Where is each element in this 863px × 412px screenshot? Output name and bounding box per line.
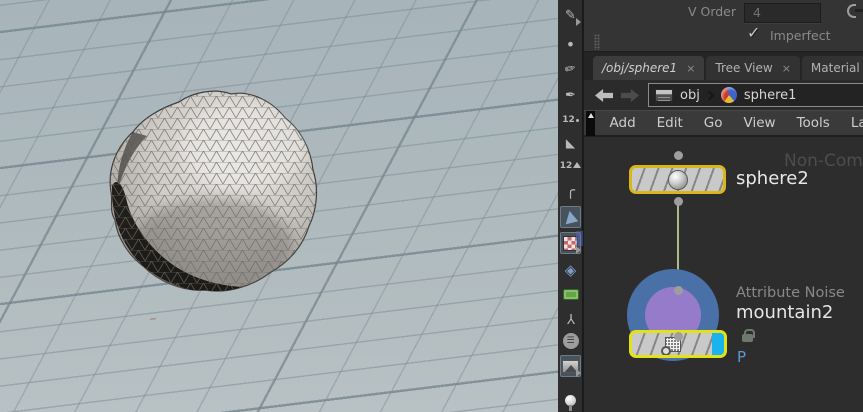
sphere2-name-label: sphere2 [736,168,809,189]
tab-label: /obj/sphere1 [602,61,678,75]
brush-tool-button[interactable]: ✏ [558,57,583,81]
imperfect-label: Imperfect [770,28,831,43]
mountain2-name-label: mountain2 [736,302,834,323]
parameter-pane: V Order 4 ✓ Imperfect [584,0,863,52]
shaded-mode-button[interactable] [558,205,583,229]
menu-go[interactable]: Go [693,115,733,131]
lock-icon [742,329,755,342]
obj-context-icon [655,88,673,102]
menu-circle-icon: ☰ [562,333,579,349]
v-order-slider-groove [855,9,863,12]
network-editor[interactable]: Non-Commercial sphere2 Attribute Noise m… [584,137,863,412]
menu-tools[interactable]: Tools [786,115,840,131]
snapshot-button[interactable] [558,354,583,378]
uv-band-icon [562,288,579,300]
brush-icon: ✏ [563,60,578,78]
vector-display-button[interactable]: Y [558,305,583,329]
node-sphere2[interactable] [629,165,726,194]
viewport-toolbar: ✎ • ✏ ✒ 12 ◣ 12 ╭ ◈ Y ☰ [558,0,583,412]
tab-label: Material Palette [810,61,863,75]
primitive-numbers-icon: 12 [560,161,582,171]
point-tool-button[interactable]: • [558,33,583,57]
curve-handle-button[interactable]: ╭ [558,178,583,202]
output-badge: P [737,348,747,366]
tab-label: Tree View [715,61,773,75]
pen-icon: ✒ [565,87,576,103]
light-pin-button[interactable] [558,388,583,412]
shaded-mode-box [560,206,581,228]
back-arrow-button[interactable] [595,89,613,102]
forward-arrow-button[interactable] [621,89,639,102]
menu-scroll-strip[interactable] [586,111,595,136]
diamond-icon: ◈ [564,260,577,279]
chevron-separator-icon [704,90,715,100]
display-flag[interactable] [712,333,724,355]
tab-close-icon[interactable]: × [782,62,791,75]
path-bar: obj sphere1 [584,80,863,110]
submenu-arrow-icon [576,18,581,26]
network-pane: V Order 4 ✓ Imperfect /obj/sphere1 × Tre… [583,0,863,412]
fan-icon: Y [566,309,575,325]
mountain2-input-connector[interactable] [674,286,683,295]
breadcrumb-node[interactable]: sphere1 [744,88,797,103]
v-order-field[interactable]: 4 [744,3,821,23]
mountain2-output-connector[interactable] [674,332,683,341]
houdini-window: ~ ✎ • ✏ ✒ 12 ◣ 12 ╭ ◈ Y ☰ V Order 4 ✓ Im… [0,0,863,412]
v-order-label: V Order [687,4,736,19]
scene-viewport[interactable]: ~ [0,0,558,412]
submenu-arrow-icon [576,369,581,377]
sphere2-output-connector[interactable] [674,197,683,206]
tab-material-palette[interactable]: Material Palette × [801,56,863,80]
tab-close-icon[interactable]: × [686,62,695,75]
paint-icon: ✎ [565,7,576,23]
sphere2-input-connector[interactable] [674,151,683,160]
tab-tree-view[interactable]: Tree View × [706,56,800,80]
primitive-normals-button[interactable]: ◣ [558,131,583,155]
pen-tool-button[interactable]: ✒ [558,83,583,107]
menu-add[interactable]: Add [599,115,646,131]
pane-splitter-grip[interactable] [594,34,600,50]
network-menubar: Add Edit Go View Tools Layout Labels [584,110,863,137]
imperfect-checkbox[interactable]: ✓ [747,23,760,42]
pane-tab-bar: /obj/sphere1 × Tree View × Material Pale… [584,52,863,80]
curve-icon: ╭ [565,180,576,199]
breadcrumb: obj sphere1 [648,83,863,107]
breadcrumb-context[interactable]: obj [680,88,700,103]
tab-obj-sphere1[interactable]: /obj/sphere1 × [593,56,705,80]
rock-geometry [109,90,318,292]
cone-icon [562,209,579,225]
primitive-numbers-button[interactable]: 12 [558,154,583,178]
submenu-arrow-icon [576,246,581,254]
pin-icon [565,394,576,411]
paint-tool-button[interactable]: ✎ [558,3,583,27]
primitive-normal-icon: ◣ [565,136,576,150]
geometry-node-icon [720,87,737,103]
uv-display-button[interactable] [558,282,583,306]
visualizer-menu-button[interactable]: ☰ [558,329,583,353]
points-display-button[interactable]: ◈ [558,258,583,282]
point-numbers-button[interactable]: 12 [558,108,583,132]
checker-blue-overlay [576,231,583,246]
sphere-node-icon [667,169,688,190]
texture-mode-button[interactable] [558,231,583,255]
menu-layout[interactable]: Layout [840,115,863,131]
menu-edit[interactable]: Edit [646,115,693,131]
menu-view[interactable]: View [733,115,786,131]
menu-items: Add Edit Go View Tools Layout Labels [599,115,863,131]
point-numbers-icon: 12 [562,115,579,125]
point-icon: • [565,35,576,54]
mountain2-type-label: Attribute Noise [736,285,845,301]
